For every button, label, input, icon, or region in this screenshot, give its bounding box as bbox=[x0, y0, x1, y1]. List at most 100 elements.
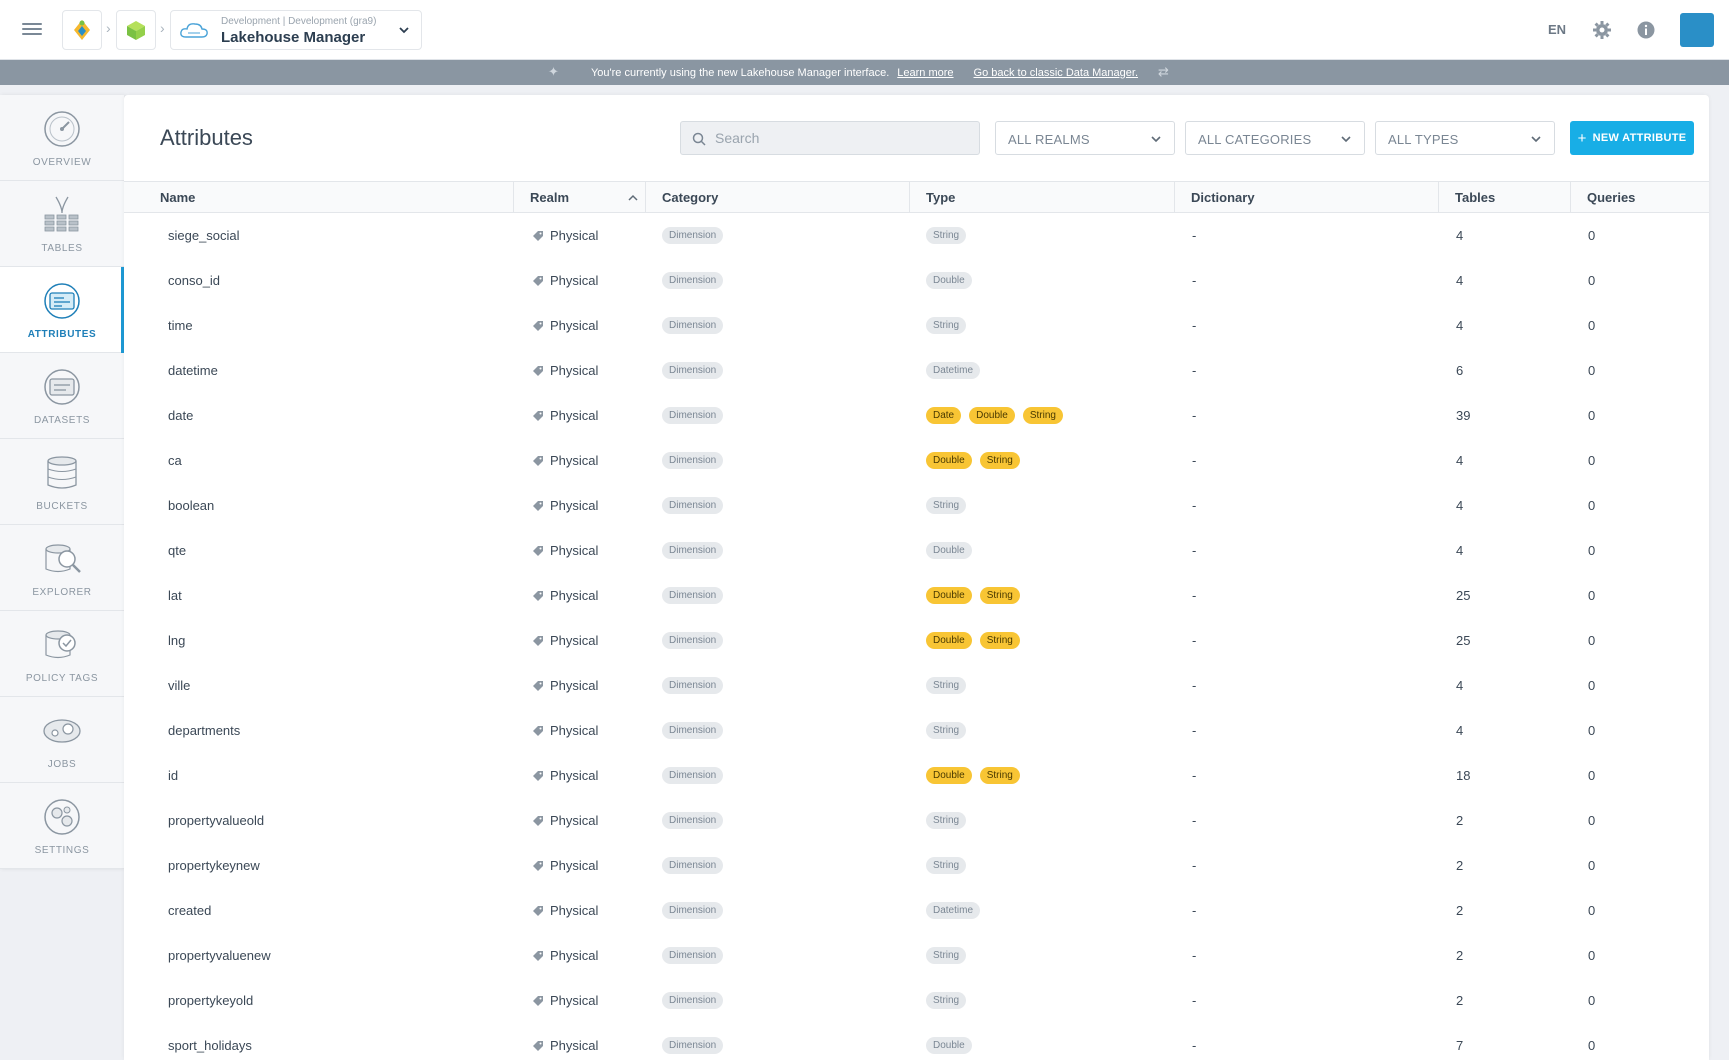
tables-count: 2 bbox=[1456, 858, 1464, 873]
gear-icon[interactable] bbox=[1592, 20, 1612, 40]
realm-cell: Physical bbox=[532, 438, 598, 483]
attribute-name[interactable]: boolean bbox=[168, 483, 214, 528]
queries-count: 0 bbox=[1588, 858, 1596, 873]
new-attribute-button[interactable]: + NEW ATTRIBUTE bbox=[1570, 121, 1694, 155]
sidebar-item-settings[interactable]: SETTINGS bbox=[0, 783, 124, 869]
attribute-name[interactable]: lng bbox=[168, 618, 185, 663]
attribute-name[interactable]: departments bbox=[168, 708, 240, 753]
type-cell: String bbox=[926, 663, 967, 708]
sidebar-item-datasets[interactable]: DATASETS bbox=[0, 353, 124, 439]
info-icon[interactable] bbox=[1636, 20, 1656, 40]
attribute-name[interactable]: datetime bbox=[168, 348, 218, 393]
attribute-name[interactable]: conso_id bbox=[168, 258, 220, 303]
table-row[interactable]: sport_holidays Physical Dimension Double - 7 0 bbox=[124, 1023, 1709, 1060]
search-input[interactable] bbox=[715, 122, 965, 154]
type-filter-label: ALL TYPES bbox=[1388, 132, 1459, 147]
avatar[interactable] bbox=[1680, 13, 1714, 47]
table-row[interactable]: propertyvalueold Physical Dimension String -… bbox=[124, 798, 1709, 843]
sidebar-item-buckets[interactable]: BUCKETS bbox=[0, 439, 124, 525]
table-row[interactable]: ca Physical Dimension Double String - 4 0 bbox=[124, 438, 1709, 483]
sidebar-item-attributes[interactable]: ATTRIBUTES bbox=[0, 267, 124, 353]
column-header-type[interactable]: Type bbox=[910, 182, 1175, 212]
learn-more-link[interactable]: Learn more bbox=[897, 67, 953, 79]
type-badge: Double bbox=[926, 1037, 972, 1054]
app-name: Lakehouse Manager bbox=[221, 29, 366, 46]
project-button[interactable] bbox=[116, 10, 156, 50]
sidebar-item-jobs[interactable]: JOBS bbox=[0, 697, 124, 783]
attribute-name[interactable]: ville bbox=[168, 663, 190, 708]
table-row[interactable]: conso_id Physical Dimension Double - 4 0 bbox=[124, 258, 1709, 303]
table-row[interactable]: date Physical Dimension Date Double String - 39… bbox=[124, 393, 1709, 438]
environment-selector[interactable]: Development | Development (gra9) Lakehou… bbox=[170, 10, 422, 50]
realm-cell: Physical bbox=[532, 213, 598, 258]
attribute-name[interactable]: propertykeynew bbox=[168, 843, 260, 888]
attribute-name[interactable]: siege_social bbox=[168, 213, 240, 258]
attribute-name[interactable]: qte bbox=[168, 528, 186, 573]
sidebar-item-tables[interactable]: TABLES bbox=[0, 181, 124, 267]
table-header: Name Realm Category Type Dictionary Tabl… bbox=[124, 181, 1709, 213]
language-selector[interactable]: EN bbox=[1548, 22, 1566, 37]
category-filter-dropdown[interactable]: ALL CATEGORIES bbox=[1185, 121, 1365, 155]
column-header-dictionary[interactable]: Dictionary bbox=[1175, 182, 1439, 212]
column-header-name[interactable]: Name bbox=[124, 182, 514, 212]
banner-text: You're currently using the new Lakehouse… bbox=[590, 66, 890, 79]
table-row[interactable]: time Physical Dimension String - 4 0 bbox=[124, 303, 1709, 348]
table-row[interactable]: siege_social Physical Dimension String - 4 0 bbox=[124, 213, 1709, 258]
table-row[interactable]: propertyvaluenew Physical Dimension String -… bbox=[124, 933, 1709, 978]
attribute-name[interactable]: created bbox=[168, 888, 211, 933]
dictionary-value: - bbox=[1192, 273, 1197, 288]
sidebar-item-label: TABLES bbox=[41, 243, 83, 254]
type-cell: Date Double String bbox=[926, 393, 1063, 438]
table-row[interactable]: propertykeynew Physical Dimension String - 2 0 bbox=[124, 843, 1709, 888]
table-row[interactable]: propertykeyold Physical Dimension String - 2 0 bbox=[124, 978, 1709, 1023]
queries-count: 0 bbox=[1588, 1038, 1596, 1053]
sidebar-item-policy-tags[interactable]: POLICY TAGS bbox=[0, 611, 124, 697]
category-badge: Dimension bbox=[662, 587, 724, 604]
table-row[interactable]: id Physical Dimension Double String - 18 0 bbox=[124, 753, 1709, 798]
table-row[interactable]: departments Physical Dimension String - 4 0 bbox=[124, 708, 1709, 753]
attribute-name[interactable]: lat bbox=[168, 573, 182, 618]
category-badge: Dimension bbox=[662, 722, 724, 739]
attribute-name[interactable]: sport_holidays bbox=[168, 1023, 252, 1060]
attribute-name[interactable]: id bbox=[168, 753, 178, 798]
org-logo-button[interactable] bbox=[62, 10, 102, 50]
realm-label: Physical bbox=[550, 543, 599, 558]
table-row[interactable]: lat Physical Dimension Double String - 25 0 bbox=[124, 573, 1709, 618]
realm-label: Physical bbox=[550, 498, 599, 513]
sidebar-item-overview[interactable]: OVERVIEW bbox=[0, 95, 124, 181]
table-row[interactable]: lng Physical Dimension Double String - 25 0 bbox=[124, 618, 1709, 663]
type-filter-dropdown[interactable]: ALL TYPES bbox=[1375, 121, 1555, 155]
menu-icon[interactable] bbox=[22, 20, 42, 40]
type-badge: Double bbox=[926, 452, 972, 469]
table-row[interactable]: datetime Physical Dimension Datetime - 6 0 bbox=[124, 348, 1709, 393]
queries-count: 0 bbox=[1588, 768, 1596, 783]
sidebar-item-explorer[interactable]: EXPLORER bbox=[0, 525, 124, 611]
category-badge: Dimension bbox=[662, 362, 724, 379]
attribute-name[interactable]: propertyvalueold bbox=[168, 798, 264, 843]
realm-cell: Physical bbox=[532, 933, 598, 978]
attribute-name[interactable]: time bbox=[168, 303, 193, 348]
realm-cell: Physical bbox=[532, 888, 598, 933]
attribute-name[interactable]: ca bbox=[168, 438, 182, 483]
attribute-name[interactable]: date bbox=[168, 393, 193, 438]
type-badge: Date bbox=[926, 407, 962, 424]
column-header-realm[interactable]: Realm bbox=[514, 182, 646, 212]
realm-filter-dropdown[interactable]: ALL REALMS bbox=[995, 121, 1175, 155]
table-row[interactable]: boolean Physical Dimension String - 4 0 bbox=[124, 483, 1709, 528]
attribute-name[interactable]: propertykeyold bbox=[168, 978, 253, 1023]
column-header-queries[interactable]: Queries bbox=[1571, 182, 1709, 212]
classic-manager-link[interactable]: Go back to classic Data Manager. bbox=[974, 67, 1138, 79]
table-row[interactable]: created Physical Dimension Datetime - 2 0 bbox=[124, 888, 1709, 933]
column-header-category[interactable]: Category bbox=[646, 182, 910, 212]
table-row[interactable]: ville Physical Dimension String - 4 0 bbox=[124, 663, 1709, 708]
type-badge: String bbox=[979, 452, 1020, 469]
column-header-tables[interactable]: Tables bbox=[1439, 182, 1571, 212]
attribute-name[interactable]: propertyvaluenew bbox=[168, 933, 271, 978]
type-badge: Datetime bbox=[926, 902, 981, 919]
table-row[interactable]: qte Physical Dimension Double - 4 0 bbox=[124, 528, 1709, 573]
category-cell: Dimension bbox=[662, 933, 724, 978]
tables-count: 6 bbox=[1456, 363, 1464, 378]
category-badge: Dimension bbox=[662, 407, 724, 424]
type-badge: String bbox=[926, 227, 967, 244]
breadcrumb-separator-icon: › bbox=[160, 20, 165, 36]
